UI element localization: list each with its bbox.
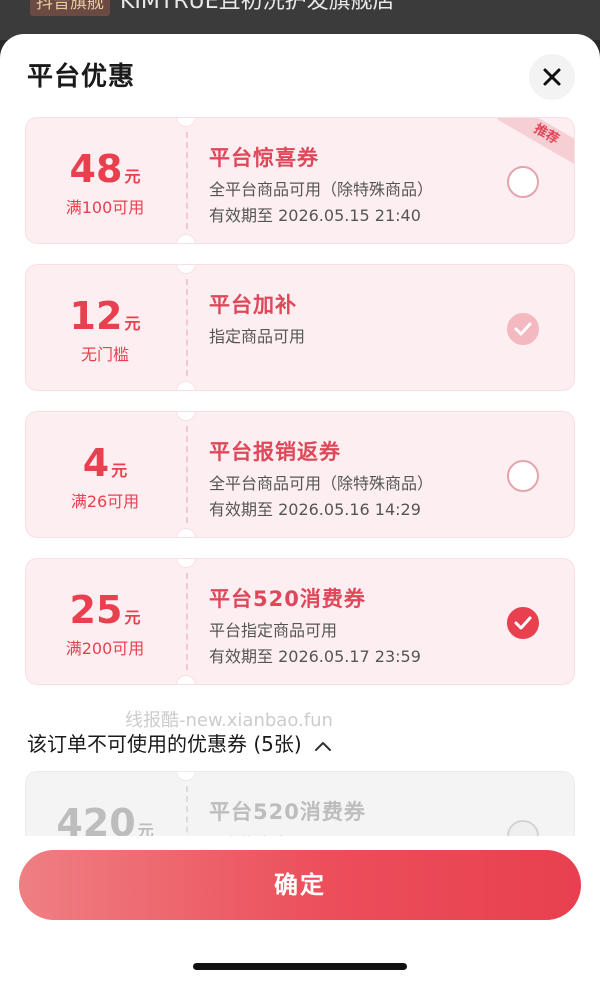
coupon-title: 平台加补	[209, 293, 297, 317]
coupon-scope: 平台指定商品可用	[209, 621, 338, 640]
coupon-amount: 25 元	[69, 588, 141, 632]
coupon-scope: 指定商品可用	[209, 327, 306, 346]
coupon-card[interactable]: 25 元 满200可用 平台520消费券 平台指定商品可用 有效期至 2026.0…	[25, 558, 575, 685]
sheet-title: 平台优惠	[27, 62, 136, 92]
coupon-amount: 48 元	[69, 147, 141, 191]
coupon-condition: 满200可用	[65, 639, 145, 658]
unusable-coupons-toggle[interactable]: 该订单不可使用的优惠券 (5张)	[27, 728, 332, 757]
chevron-up-icon	[315, 741, 332, 751]
footer: 确定	[0, 836, 600, 981]
coupon-radio[interactable]	[507, 460, 539, 492]
confirm-button[interactable]: 确定	[19, 850, 581, 920]
coupon-expiry: 有效期至 2026.05.16 14:29	[209, 500, 421, 519]
coupon-expiry: 有效期至 2026.05.15 21:40	[209, 206, 421, 225]
coupon-scope: 全平台商品可用（除特殊商品）	[209, 180, 434, 199]
store-badge: 抖音旗舰	[30, 0, 110, 16]
coupon-title: 平台报销返券	[209, 440, 341, 464]
close-icon	[543, 68, 561, 86]
coupon-radio[interactable]	[507, 166, 539, 198]
coupon-amount: 4元	[82, 441, 128, 485]
coupon-title: 平台520消费券	[209, 800, 366, 824]
coupon-expiry: 有效期至 2026.05.17 23:59	[209, 647, 421, 666]
coupon-card[interactable]: 12 元 无门槛 平台加补 指定商品可用	[25, 264, 575, 391]
home-indicator	[193, 963, 407, 970]
coupon-card[interactable]: 4元 满26可用 平台报销返券 全平台商品可用（除特殊商品） 有效期至 2026…	[25, 411, 575, 538]
coupon-radio-checked[interactable]	[507, 607, 539, 639]
store-name: KIMTRUE且初洗护发旗舰店	[120, 0, 395, 14]
coupon-condition: 满100可用	[65, 198, 145, 217]
coupon-sheet: 平台优惠 推荐 48 元 满100可用 平台惊喜券 全平台商品可用（除特殊商品） …	[0, 34, 600, 981]
coupon-radio-checked[interactable]	[507, 313, 539, 345]
check-icon	[514, 616, 532, 630]
coupon-amount: 12 元	[69, 294, 141, 338]
coupon-condition: 满26可用	[70, 492, 140, 511]
coupon-scope: 全平台商品可用（除特殊商品）	[209, 474, 434, 493]
coupon-title: 平台520消费券	[209, 587, 366, 611]
check-icon	[514, 322, 532, 336]
close-button[interactable]	[529, 54, 575, 100]
coupon-card[interactable]: 推荐 48 元 满100可用 平台惊喜券 全平台商品可用（除特殊商品） 有效期至 …	[25, 117, 575, 244]
recommend-tag: 推荐	[497, 118, 574, 170]
coupon-condition: 无门槛	[80, 345, 129, 364]
unusable-header-label: 该订单不可使用的优惠券 (5张)	[27, 732, 302, 756]
coupon-title: 平台惊喜券	[209, 146, 319, 170]
